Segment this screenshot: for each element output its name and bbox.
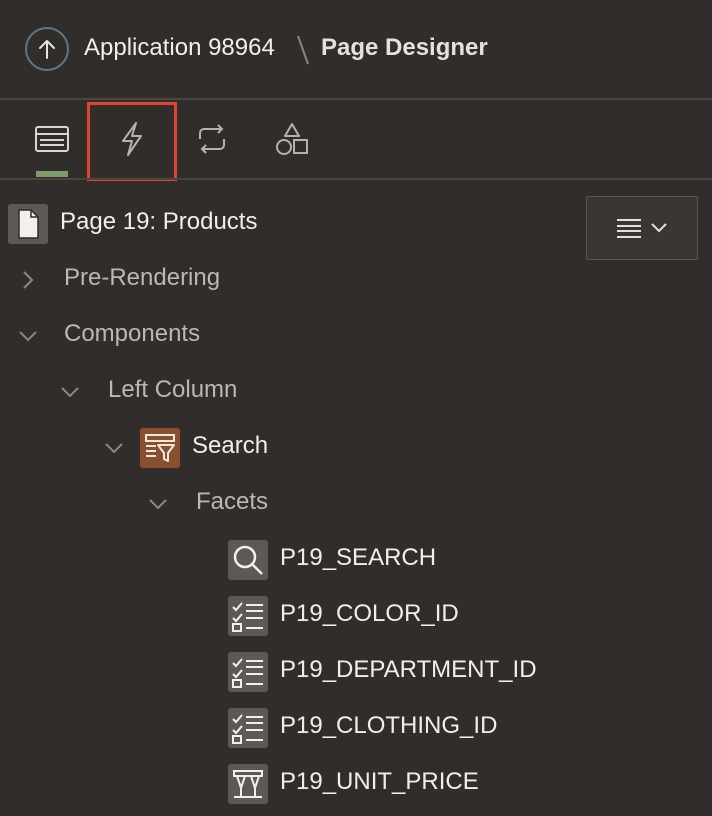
tab-rendering[interactable] — [12, 100, 92, 178]
components-label: Components — [64, 320, 201, 347]
shapes-icon — [276, 123, 308, 155]
tree-node-facet-item[interactable]: P19_UNIT_PRICE — [0, 756, 712, 812]
processing-cycle-icon — [199, 124, 225, 154]
tree-node-search[interactable]: Search — [0, 420, 712, 476]
tree-node-components[interactable]: Components — [0, 308, 712, 364]
chevron-down-icon[interactable] — [148, 494, 168, 514]
header-bar: Application 98964 Page Designer — [0, 0, 712, 98]
page-node-label: Page 19: Products — [60, 208, 258, 235]
breadcrumb-separator — [297, 35, 309, 65]
facet-item-label: P19_COLOR_ID — [280, 600, 459, 627]
chevron-down-icon — [651, 223, 667, 233]
facets-label: Facets — [196, 488, 269, 515]
chevron-down-icon[interactable] — [104, 438, 124, 458]
range-facet-icon — [228, 764, 268, 804]
pre-rendering-label: Pre-Rendering — [64, 264, 221, 291]
chevron-down-icon[interactable] — [18, 326, 38, 346]
facet-item-label: P19_SEARCH — [280, 544, 437, 571]
tree-node-pre-rendering[interactable]: Pre-Rendering — [0, 252, 712, 308]
search-region-label: Search — [192, 432, 269, 459]
tree-menu-button[interactable] — [586, 196, 698, 260]
page-title: Page Designer — [321, 34, 488, 61]
application-breadcrumb[interactable]: Application 98964 — [84, 34, 275, 62]
checkbox-facet-icon — [228, 596, 268, 636]
facet-item-label: P19_CLOTHING_ID — [280, 712, 498, 739]
checkbox-facet-icon — [228, 708, 268, 748]
arrow-up-icon — [39, 40, 55, 59]
up-arrow-button[interactable] — [25, 27, 69, 71]
tree-node-facet-item[interactable]: P19_DEPARTMENT_ID — [0, 644, 712, 700]
checkbox-facet-icon — [228, 652, 268, 692]
tree-node-left-column[interactable]: Left Column — [0, 364, 712, 420]
tab-shared-components[interactable] — [252, 100, 332, 178]
search-facet-icon — [228, 540, 268, 580]
tree-node-facets[interactable]: Facets — [0, 476, 712, 532]
tree-node-facet-item[interactable]: P19_SEARCH — [0, 532, 712, 588]
faceted-search-region-icon — [140, 428, 180, 468]
active-tab-indicator — [36, 171, 68, 177]
facet-item-label: P19_UNIT_PRICE — [280, 768, 479, 795]
annotation-highlight-box — [87, 102, 177, 181]
menu-lines-icon — [617, 219, 641, 238]
chevron-right-icon[interactable] — [18, 270, 38, 290]
facet-item-label: P19_DEPARTMENT_ID — [280, 656, 537, 683]
tree-node-facet-item[interactable]: P19_CLOTHING_ID — [0, 700, 712, 756]
chevron-down-icon[interactable] — [60, 382, 80, 402]
page-icon — [8, 204, 48, 244]
rendering-tree-icon — [35, 126, 69, 152]
tab-processing[interactable] — [172, 100, 252, 178]
tabs-divider — [0, 178, 712, 180]
left-column-label: Left Column — [108, 376, 238, 403]
tree-node-facet-item[interactable]: P19_COLOR_ID — [0, 588, 712, 644]
